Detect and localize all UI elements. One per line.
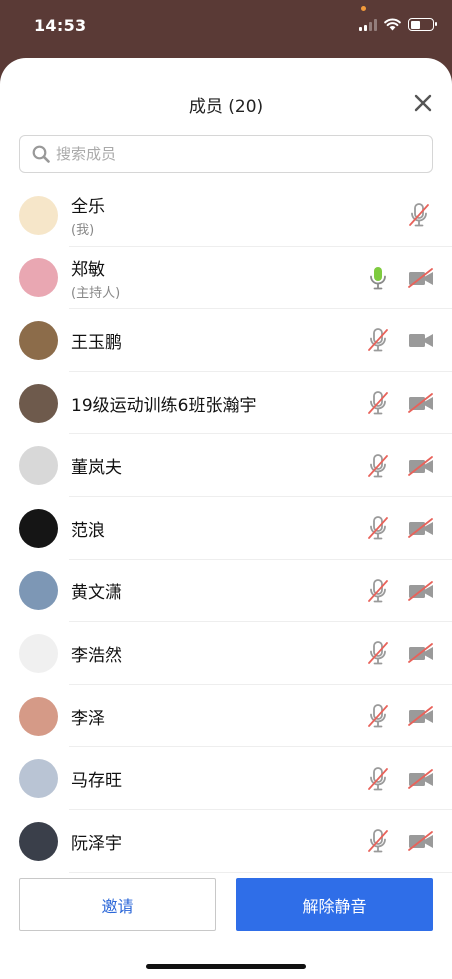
member-text: 李浩然 xyxy=(71,641,122,666)
member-row[interactable]: 郑敏 (主持人) xyxy=(0,247,452,310)
search-box[interactable] xyxy=(19,135,433,173)
camera-icon[interactable] xyxy=(407,329,435,351)
camera-off-icon[interactable] xyxy=(407,768,435,790)
avatar xyxy=(19,258,58,298)
microphone-muted-icon[interactable] xyxy=(367,766,389,792)
member-name: 马存旺 xyxy=(71,771,122,792)
member-row[interactable]: 全乐 (我) xyxy=(0,184,452,247)
member-name: 19级运动训练6班张瀚宇 xyxy=(71,395,257,416)
camera-off-icon[interactable] xyxy=(407,705,435,727)
camera-off-icon[interactable] xyxy=(407,267,435,289)
status-bar: 14:53 xyxy=(0,0,452,56)
member-list: 全乐 (我) 郑敏 (主持人) 王玉鹏 19级运动训练6班张瀚宇 董岚夫 范浪 … xyxy=(0,184,452,873)
member-text: 阮泽宇 xyxy=(71,829,122,854)
battery-icon xyxy=(408,18,437,31)
member-text: 董岚夫 xyxy=(71,453,122,478)
cellular-signal-icon xyxy=(359,18,377,31)
camera-off-icon[interactable] xyxy=(407,392,435,414)
sheet-header: 成员 (20) xyxy=(0,58,452,132)
member-row[interactable]: 王玉鹏 xyxy=(0,309,452,372)
wifi-icon xyxy=(384,18,401,31)
microphone-muted-icon[interactable] xyxy=(367,453,389,479)
invite-button[interactable]: 邀请 xyxy=(19,878,216,931)
camera-off-icon[interactable] xyxy=(407,455,435,477)
close-icon[interactable] xyxy=(412,92,434,114)
member-name: 全乐 xyxy=(71,197,105,218)
member-role: (我) xyxy=(71,223,95,239)
camera-off-icon[interactable] xyxy=(407,642,435,664)
member-text: 李泽 xyxy=(71,704,105,729)
avatar xyxy=(19,508,58,548)
member-row[interactable]: 范浪 xyxy=(0,497,452,560)
avatar xyxy=(19,383,58,423)
home-indicator xyxy=(146,964,306,969)
member-row[interactable]: 马存旺 xyxy=(0,747,452,810)
search-input[interactable] xyxy=(56,145,396,163)
status-icons xyxy=(359,18,437,31)
unmute-all-button[interactable]: 解除静音 xyxy=(236,878,433,931)
avatar xyxy=(19,320,58,360)
member-role: (主持人) xyxy=(71,285,121,301)
member-name: 郑敏 xyxy=(71,259,105,280)
search-icon xyxy=(32,145,50,163)
member-row[interactable]: 阮泽宇 xyxy=(0,810,452,873)
member-text: 马存旺 xyxy=(71,766,122,791)
member-row[interactable]: 李泽 xyxy=(0,685,452,748)
avatar xyxy=(19,821,58,861)
member-text: 19级运动训练6班张瀚宇 xyxy=(71,391,256,416)
member-text: 王玉鹏 xyxy=(71,328,122,353)
member-row[interactable]: 黄文潇 xyxy=(0,560,452,623)
camera-off-icon[interactable] xyxy=(407,517,435,539)
member-name: 李浩然 xyxy=(71,645,122,666)
member-name: 阮泽宇 xyxy=(71,833,122,854)
member-text: 黄文潇 xyxy=(71,578,122,603)
privacy-indicator-dot xyxy=(361,6,366,11)
microphone-muted-icon[interactable] xyxy=(408,202,430,228)
microphone-muted-icon[interactable] xyxy=(367,640,389,666)
avatar xyxy=(19,571,58,611)
camera-off-icon[interactable] xyxy=(407,830,435,852)
avatar xyxy=(19,446,58,486)
avatar xyxy=(19,696,58,736)
avatar xyxy=(19,633,58,673)
microphone-muted-icon[interactable] xyxy=(367,828,389,854)
member-text: 郑敏 (主持人) xyxy=(71,255,120,301)
microphone-muted-icon[interactable] xyxy=(367,578,389,604)
member-name: 李泽 xyxy=(71,708,105,729)
sheet-title: 成员 (20) xyxy=(188,97,264,117)
member-text: 全乐 (我) xyxy=(71,192,105,238)
member-row[interactable]: 19级运动训练6班张瀚宇 xyxy=(0,372,452,435)
microphone-muted-icon[interactable] xyxy=(367,515,389,541)
member-text: 范浪 xyxy=(71,516,105,541)
member-name: 董岚夫 xyxy=(71,458,122,479)
microphone-icon[interactable] xyxy=(367,265,389,291)
microphone-muted-icon[interactable] xyxy=(367,327,389,353)
avatar xyxy=(19,759,58,799)
camera-off-icon[interactable] xyxy=(407,580,435,602)
members-sheet: 成员 (20) 全乐 (我) 郑敏 (主持人) xyxy=(0,58,452,979)
member-name: 王玉鹏 xyxy=(71,332,122,353)
status-time: 14:53 xyxy=(34,16,87,35)
microphone-muted-icon[interactable] xyxy=(367,703,389,729)
member-name: 范浪 xyxy=(71,520,105,541)
member-row[interactable]: 李浩然 xyxy=(0,622,452,685)
member-name: 黄文潇 xyxy=(71,583,122,604)
member-row[interactable]: 董岚夫 xyxy=(0,434,452,497)
microphone-muted-icon[interactable] xyxy=(367,390,389,416)
avatar xyxy=(19,195,58,235)
